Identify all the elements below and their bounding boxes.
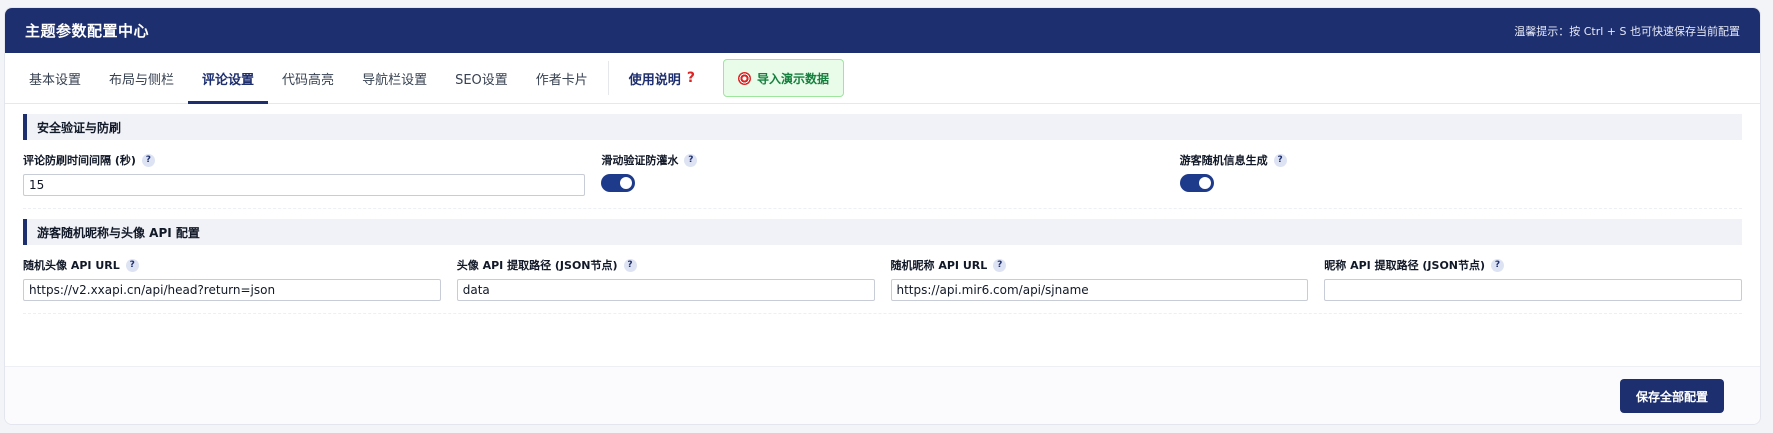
avatar-json-path-input[interactable]	[456, 279, 875, 301]
help-icon[interactable]: ?	[1491, 258, 1505, 272]
help-icon[interactable]: ?	[993, 258, 1007, 272]
footer-bar: 保存全部配置	[5, 366, 1760, 424]
divider	[23, 208, 1742, 209]
tab-layout-sidebar[interactable]: 布局与侧栏	[95, 53, 188, 103]
help-icon[interactable]: ?	[623, 258, 637, 272]
help-label: 使用说明	[628, 72, 681, 88]
field-nickname-json-path: 昵称 API 提取路径 (JSON节点) ?	[1324, 255, 1742, 301]
question-mark-icon: ?	[686, 70, 695, 86]
field-slider-verify: 滑动验证防灌水 ?	[601, 150, 1163, 196]
avatar-api-url-input[interactable]	[23, 279, 441, 301]
header-bar: 主题参数配置中心 温馨提示：按 Ctrl + S 也可快速保存当前配置	[5, 8, 1760, 53]
security-fields: 评论防刷时间间隔 (秒) ? 滑动验证防灌水 ? 游客随机信息生成 ?	[23, 140, 1742, 196]
page-title: 主题参数配置中心	[25, 22, 150, 40]
section-title-security: 安全验证与防刷	[23, 114, 1742, 140]
help-link[interactable]: 使用说明 ?	[615, 53, 709, 103]
tab-seo[interactable]: SEO设置	[441, 53, 522, 103]
guest-api-fields: 随机头像 API URL ? 头像 API 提取路径 (JSON节点) ? 随机…	[23, 245, 1742, 301]
field-avatar-api-url: 随机头像 API URL ?	[23, 255, 441, 301]
label-nickname-api-url: 随机昵称 API URL	[890, 259, 988, 272]
field-nickname-api-url: 随机昵称 API URL ?	[890, 255, 1309, 301]
import-demo-button[interactable]: 导入演示数据	[722, 59, 844, 97]
label-nickname-json-path: 昵称 API 提取路径 (JSON节点)	[1324, 259, 1486, 272]
comment-interval-input[interactable]	[23, 174, 586, 196]
section-title-guest-api: 游客随机昵称与头像 API 配置	[23, 219, 1742, 245]
tab-code-highlight[interactable]: 代码高亮	[268, 53, 348, 103]
field-comment-interval: 评论防刷时间间隔 (秒) ?	[23, 150, 586, 196]
label-guest-random: 游客随机信息生成	[1179, 154, 1268, 167]
nickname-api-url-input[interactable]	[890, 279, 1309, 301]
save-all-button[interactable]: 保存全部配置	[1619, 379, 1724, 413]
tab-basic[interactable]: 基本设置	[15, 53, 95, 103]
nickname-json-path-input[interactable]	[1324, 279, 1742, 301]
tab-author-card[interactable]: 作者卡片	[522, 53, 602, 103]
label-slider-verify: 滑动验证防灌水	[601, 154, 679, 167]
config-panel: 主题参数配置中心 温馨提示：按 Ctrl + S 也可快速保存当前配置 基本设置…	[4, 7, 1761, 425]
help-icon[interactable]: ?	[684, 153, 698, 167]
dart-icon	[737, 71, 751, 85]
help-icon[interactable]: ?	[141, 153, 155, 167]
tab-comments[interactable]: 评论设置	[188, 53, 269, 104]
import-demo-label: 导入演示数据	[756, 71, 829, 86]
tab-separator	[607, 61, 609, 95]
label-avatar-json-path: 头像 API 提取路径 (JSON节点)	[456, 259, 618, 272]
field-guest-random: 游客随机信息生成 ?	[1179, 150, 1742, 196]
help-icon[interactable]: ?	[1273, 153, 1287, 167]
guest-random-toggle[interactable]	[1179, 174, 1214, 192]
field-avatar-json-path: 头像 API 提取路径 (JSON节点) ?	[456, 255, 875, 301]
tab-navbar[interactable]: 导航栏设置	[348, 53, 441, 103]
label-avatar-api-url: 随机头像 API URL	[23, 259, 120, 272]
help-icon[interactable]: ?	[125, 258, 139, 272]
divider	[23, 313, 1742, 314]
settings-body: 安全验证与防刷 评论防刷时间间隔 (秒) ? 滑动验证防灌水 ? 游客随机信息生…	[5, 104, 1760, 424]
slider-verify-toggle[interactable]	[601, 174, 636, 192]
shortcut-tip: 温馨提示：按 Ctrl + S 也可快速保存当前配置	[1514, 24, 1740, 38]
tab-bar: 基本设置 布局与侧栏 评论设置 代码高亮 导航栏设置 SEO设置 作者卡片 使用…	[5, 53, 1760, 104]
label-comment-interval: 评论防刷时间间隔 (秒)	[23, 154, 136, 167]
